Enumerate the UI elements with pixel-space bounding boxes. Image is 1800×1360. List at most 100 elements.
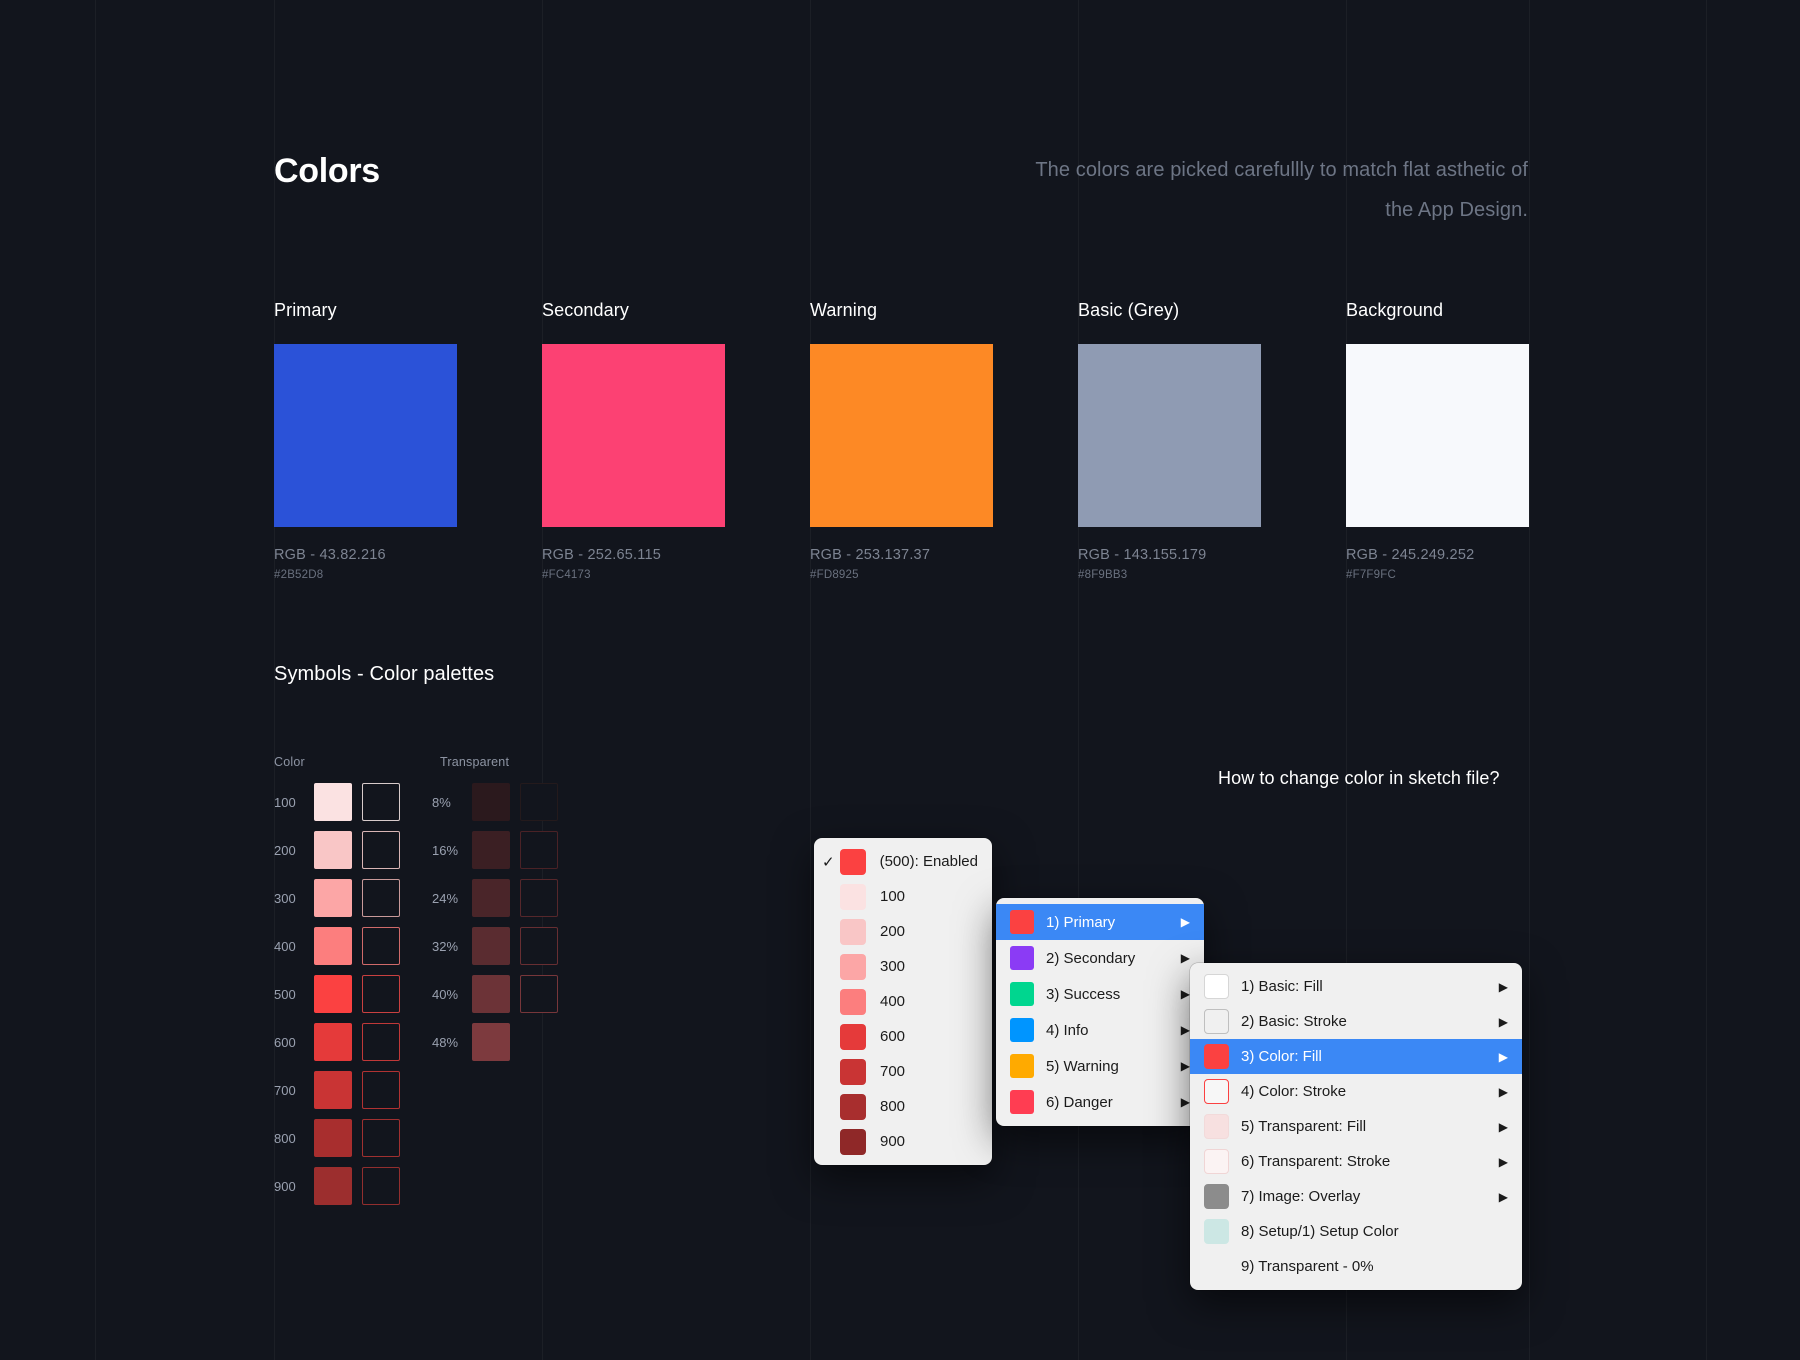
palette-column-transparent: 8% 16% 24% 32% 40% 48%	[432, 783, 558, 1071]
palette-stroke-chip[interactable]	[362, 879, 400, 917]
palette-fill-chip[interactable]	[472, 831, 510, 869]
swatch-chip[interactable]	[542, 344, 725, 527]
submenu-arrow-icon: ▶	[1498, 1084, 1508, 1099]
menu-color-chip	[1010, 1018, 1034, 1042]
palette-fill-chip[interactable]	[314, 1119, 352, 1157]
palette-fill-chip[interactable]	[314, 831, 352, 869]
menu-item[interactable]: 200	[814, 914, 992, 949]
swatch-chip[interactable]	[810, 344, 993, 527]
palette-column-color: 100 200 300 400 500 600 700 800 900	[274, 783, 400, 1215]
menu-item[interactable]: 3) Color: Fill ▶	[1190, 1039, 1522, 1074]
palette-fill-chip[interactable]	[472, 783, 510, 821]
palette-row-label: 400	[274, 938, 296, 954]
palette-fill-chip[interactable]	[472, 879, 510, 917]
menu-item-label: 700	[880, 1063, 906, 1080]
swatch-chip[interactable]	[274, 344, 457, 527]
swatch-hex-value: #F7F9FC	[1346, 569, 1396, 581]
menu-item[interactable]: 300	[814, 949, 992, 984]
palette-fill-chip[interactable]	[314, 1023, 352, 1061]
palette-stroke-chip[interactable]	[362, 783, 400, 821]
menu-item-label: 3) Success	[1046, 985, 1121, 1003]
palette-stroke-chip[interactable]	[362, 927, 400, 965]
menu-item-label: 1) Primary	[1046, 913, 1116, 931]
palette-header-transparent: Transparent	[440, 755, 510, 769]
menu-color-chip	[1204, 1184, 1229, 1209]
menu-item[interactable]: 5) Transparent: Fill ▶	[1190, 1109, 1522, 1144]
menu-item-label: 200	[880, 923, 906, 940]
palette-stroke-chip[interactable]	[520, 927, 558, 965]
menu-item-label: (500): Enabled	[879, 853, 978, 870]
palette-fill-chip[interactable]	[314, 879, 352, 917]
palette-stroke-chip[interactable]	[362, 1167, 400, 1205]
menu-item-label: 900	[880, 1133, 906, 1150]
palette-stroke-chip[interactable]	[362, 975, 400, 1013]
menu-item[interactable]: 8) Setup/1) Setup Color	[1190, 1214, 1522, 1249]
submenu-arrow-icon: ▶	[1180, 951, 1190, 965]
color-swatch-row: Primary RGB - 43.82.216 #2B52D8 Secondary RG…	[274, 300, 1529, 581]
palette-fill-chip[interactable]	[472, 1023, 510, 1061]
color-swatch: Background RGB - 245.249.252 #F7F9FC	[1346, 300, 1529, 581]
menu-item[interactable]: 900	[814, 1124, 992, 1159]
menu-item[interactable]: 400	[814, 984, 992, 1019]
palette-row-label: 100	[274, 794, 296, 810]
menu-color-chip	[840, 1093, 866, 1120]
menu-item[interactable]: 4) Info ▶	[996, 1012, 1204, 1048]
submenu-arrow-icon: ▶	[1498, 979, 1508, 994]
palette-stroke-chip[interactable]	[520, 783, 558, 821]
palette-fill-chip[interactable]	[472, 975, 510, 1013]
menu-item[interactable]: 4) Color: Stroke ▶	[1190, 1074, 1522, 1109]
palette-row: 32%	[432, 927, 558, 965]
color-usage-menu[interactable]: 1) Basic: Fill ▶ 2) Basic: Stroke ▶ 3) Color…	[1190, 963, 1522, 1290]
palette-stroke-chip[interactable]	[520, 879, 558, 917]
menu-item[interactable]: 600	[814, 1019, 992, 1054]
menu-item[interactable]: 2) Secondary ▶	[996, 940, 1204, 976]
swatch-chip[interactable]	[1346, 344, 1529, 527]
menu-item[interactable]: 3) Success ▶	[996, 976, 1204, 1012]
palette-stroke-chip[interactable]	[520, 975, 558, 1013]
submenu-arrow-icon: ▶	[1180, 915, 1190, 929]
menu-item[interactable]: 100	[814, 879, 992, 914]
palette-row: 40%	[432, 975, 558, 1013]
palette-fill-chip[interactable]	[314, 1167, 352, 1205]
color-category-menu[interactable]: 1) Primary ▶ 2) Secondary ▶ 3) Success ▶ 4) In…	[996, 898, 1204, 1126]
menu-item[interactable]: 7) Image: Overlay ▶	[1190, 1179, 1522, 1214]
menu-item-label: 2) Basic: Stroke	[1241, 1013, 1347, 1030]
menu-item[interactable]: ✓ (500): Enabled	[814, 844, 992, 879]
menu-color-chip	[840, 953, 866, 980]
menu-item[interactable]: 9) Transparent - 0%	[1190, 1249, 1522, 1284]
palette-fill-chip[interactable]	[314, 783, 352, 821]
submenu-arrow-icon: ▶	[1180, 1023, 1190, 1037]
menu-item[interactable]: 6) Transparent: Stroke ▶	[1190, 1144, 1522, 1179]
swatch-chip[interactable]	[1078, 344, 1261, 527]
menu-item[interactable]: 700	[814, 1054, 992, 1089]
menu-item-label: 8) Setup/1) Setup Color	[1241, 1223, 1399, 1240]
menu-item-label: 300	[880, 958, 906, 975]
palette-row-label: 900	[274, 1178, 296, 1194]
menu-item[interactable]: 6) Danger ▶	[996, 1084, 1204, 1120]
palette-stroke-chip[interactable]	[362, 1071, 400, 1109]
color-swatch: Primary RGB - 43.82.216 #2B52D8	[274, 300, 457, 581]
menu-item[interactable]: 800	[814, 1089, 992, 1124]
palette-stroke-chip[interactable]	[362, 831, 400, 869]
palette-row-label: 300	[274, 890, 296, 906]
shade-picker-menu[interactable]: ✓ (500): Enabled 100 200 300 400 600 700 800 900	[814, 838, 992, 1165]
menu-item[interactable]: 1) Basic: Fill ▶	[1190, 969, 1522, 1004]
palette-fill-chip[interactable]	[472, 927, 510, 965]
menu-item[interactable]: 2) Basic: Stroke ▶	[1190, 1004, 1522, 1039]
palette-fill-chip[interactable]	[314, 927, 352, 965]
menu-color-chip	[1204, 1114, 1229, 1139]
menu-item-label: 5) Warning	[1046, 1057, 1119, 1075]
palette-fill-chip[interactable]	[314, 975, 352, 1013]
palette-row-label: 32%	[432, 938, 459, 954]
menu-item[interactable]: 1) Primary ▶	[996, 904, 1204, 940]
submenu-arrow-icon: ▶	[1498, 1154, 1508, 1169]
palette-fill-chip[interactable]	[314, 1071, 352, 1109]
submenu-arrow-icon: ▶	[1498, 1014, 1508, 1029]
page-description: The colors are picked carefullly to matc…	[1035, 159, 1528, 221]
submenu-arrow-icon: ▶	[1180, 1059, 1190, 1073]
palette-stroke-chip[interactable]	[520, 831, 558, 869]
menu-item[interactable]: 5) Warning ▶	[996, 1048, 1204, 1084]
palette-stroke-chip[interactable]	[362, 1023, 400, 1061]
submenu-arrow-icon: ▶	[1498, 1189, 1508, 1204]
palette-stroke-chip[interactable]	[362, 1119, 400, 1157]
